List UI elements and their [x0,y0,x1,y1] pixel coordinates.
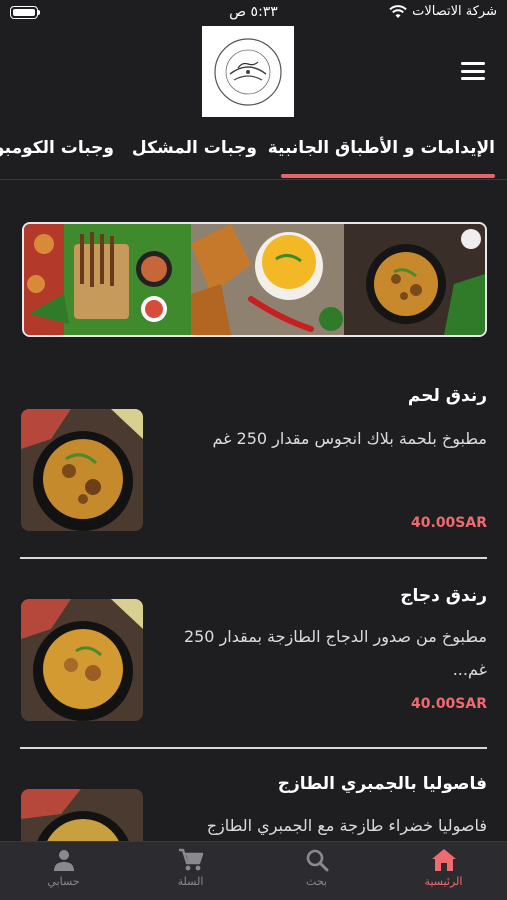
tab-sides[interactable]: الإيدامات و الأطباق الجانبية [268,138,495,158]
nav-home[interactable]: الرئيسية [380,842,507,900]
search-icon [306,849,328,872]
banner-image-curry [344,224,485,335]
status-bar: ٥:٣٣ ص شركة الاتصالات [0,0,507,26]
menu-item[interactable]: فاصوليا بالجمبري الطازج فاصوليا خضراء طا… [0,760,507,841]
menu-button[interactable] [461,62,485,80]
item-divider [20,747,487,749]
active-tab-indicator [281,174,495,178]
logo-seal [214,37,282,106]
nav-account-label: حسابي [47,875,80,888]
carrier-name: شركة الاتصالات [412,4,497,19]
category-tabs: الإيدامات و الأطباق الجانبية وجبات المشك… [0,132,507,180]
nav-search-label: بحث [306,875,327,888]
curry-bowl-image [21,599,143,721]
item-price: 40.00SAR [411,696,487,712]
bottom-navigation: الرئيسية بحث السلة حسابي [0,841,507,900]
banner-image-soup [191,224,344,335]
item-title: رندق دجاج [400,586,487,606]
menu-bar [461,69,485,73]
tab-combo-meals[interactable]: وجبات الكومبو [0,138,114,158]
nav-account[interactable]: حسابي [0,842,127,900]
item-description: فاصوليا خضراء طازجة مع الجمبري الطازج [206,816,487,835]
item-image [21,409,143,531]
menu-bar [461,77,485,80]
menu-item[interactable]: رندق لحم مطبوخ بلحمة بلاك انجوس مقدار 25… [0,380,507,550]
menu-bar [461,62,485,65]
tab-mixed-meals[interactable]: وجبات المشكل [132,138,257,158]
item-divider [20,557,487,559]
banner-image-skewers [24,224,191,335]
item-title: فاصوليا بالجمبري الطازج [277,774,487,794]
menu-item[interactable]: رندق دجاج مطبوخ من صدور الدجاج الطازجة ب… [0,570,507,740]
nav-cart[interactable]: السلة [127,842,254,900]
item-description: مطبوخ بلحمة بلاك انجوس مقدار 250 غم [212,429,487,448]
restaurant-logo[interactable] [202,26,294,117]
nav-home-label: الرئيسية [424,875,463,888]
person-icon [53,850,74,871]
cart-icon [178,848,203,871]
home-icon [431,849,456,871]
promo-banner[interactable] [22,222,487,337]
nav-cart-label: السلة [177,875,204,888]
item-image [21,599,143,721]
curry-bowl-image [21,409,143,531]
wifi-icon [389,5,407,18]
item-image [21,789,143,841]
shrimp-beans-image [21,789,143,841]
item-description: مطبوخ من صدور الدجاج الطازجة بمقدار 250 … [183,627,487,679]
item-price: 40.00SAR [411,515,487,531]
nav-search[interactable]: بحث [253,842,380,900]
item-title: رندق لحم [407,386,487,406]
